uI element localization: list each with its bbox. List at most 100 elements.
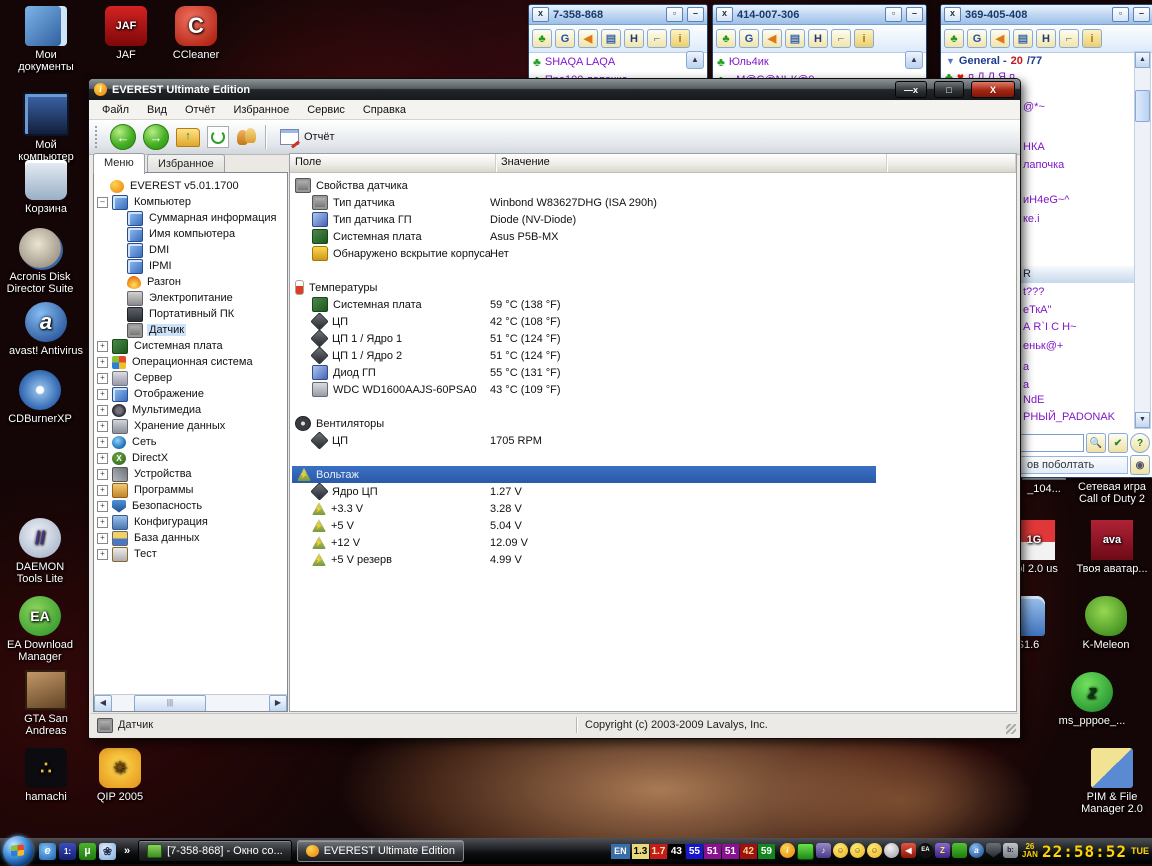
contact-row[interactable]: ♣SHAQA LAQA <box>529 53 707 71</box>
qip-window-2-titlebar[interactable]: x 414-007-306 ▫ – <box>713 5 926 25</box>
maximize-icon[interactable]: ▫ <box>1112 7 1129 22</box>
expand-icon[interactable]: + <box>97 453 108 464</box>
g-toolbar-icon[interactable]: G <box>967 29 987 48</box>
sensor-row[interactable]: Температуры <box>290 279 1016 296</box>
users-button[interactable] <box>236 127 258 147</box>
contact-name-fragment[interactable]: иН4eG~^ <box>1023 194 1069 206</box>
desktop-icon-pppoe[interactable]: zms_pppoe_... <box>1054 672 1130 727</box>
expand-icon[interactable]: + <box>97 357 108 368</box>
close-icon[interactable]: x <box>532 7 549 22</box>
desktop-icon-recycle-bin[interactable]: Корзина <box>8 160 84 215</box>
head-tray-icon[interactable]: ♪ <box>816 843 831 858</box>
wrench-toolbar-icon[interactable]: ⌐ <box>1059 29 1079 48</box>
sensor-row[interactable]: ⚡Вольтаж <box>292 466 876 483</box>
expand-icon[interactable]: + <box>97 373 108 384</box>
desktop-icon-kmeleon[interactable]: K-Meleon <box>1068 596 1144 651</box>
tree-item[interactable]: +Безопасность <box>94 498 287 514</box>
maximize-icon[interactable]: ▫ <box>885 7 902 22</box>
tree-item[interactable]: Датчик <box>94 322 287 338</box>
contact-name-fragment[interactable]: R <box>1023 268 1031 280</box>
scroll-left-icon[interactable]: ◀ <box>94 695 112 712</box>
desktop-icon-my-documents[interactable]: Мои документы <box>8 6 84 73</box>
contact-name-fragment[interactable]: еньк@+ <box>1023 340 1063 352</box>
contact-row[interactable]: ♣Юль4ик <box>713 53 926 71</box>
everest-tray-icon[interactable]: i <box>780 843 795 858</box>
g-toolbar-icon[interactable]: G <box>739 29 759 48</box>
tree-item[interactable]: +Отображение <box>94 386 287 402</box>
sensor-row[interactable]: ⚡+12 V12.09 V <box>290 534 1016 551</box>
taskbar-button[interactable]: EVEREST Ultimate Edition <box>297 840 464 862</box>
ut-quicklaunch-icon[interactable]: µ <box>79 843 96 860</box>
wrench-toolbar-icon[interactable]: ⌐ <box>647 29 667 48</box>
tree-item[interactable]: +База данных <box>94 530 287 546</box>
report-button[interactable]: Отчёт <box>273 125 341 149</box>
scroll-up-icon[interactable]: ▲ <box>1135 52 1150 68</box>
desktop-icon-avast[interactable]: aavast! Antivirus <box>8 302 84 357</box>
sensor-row[interactable]: Вентиляторы <box>290 415 1016 432</box>
g-toolbar-icon[interactable]: G <box>555 29 575 48</box>
tree-item[interactable]: Имя компьютера <box>94 226 287 242</box>
net-tray-icon[interactable] <box>797 843 814 860</box>
sensor-row[interactable]: ⚡+5 V5.04 V <box>290 517 1016 534</box>
contact-name-fragment[interactable]: РНЫЙ_PADONAK <box>1023 411 1115 423</box>
contact-name-fragment[interactable]: А R`I C H~ <box>1023 321 1076 333</box>
contact-name-fragment[interactable]: а <box>1023 379 1029 391</box>
contact-name-fragment[interactable]: НКА <box>1023 141 1045 153</box>
sensor-row[interactable]: Тип датчика ГПDiode (NV-Diode) <box>290 211 1016 228</box>
forward-button[interactable]: → <box>143 124 169 150</box>
expand-icon[interactable]: + <box>97 405 108 416</box>
tree-item[interactable]: +Хранение данных <box>94 418 287 434</box>
menu-item[interactable]: Файл <box>93 102 138 118</box>
scrollbar-thumb[interactable]: ||| <box>134 695 206 712</box>
menu-item[interactable]: Вид <box>138 102 176 118</box>
desktop-icon-my-computer[interactable]: Мой компьютер <box>8 92 84 163</box>
back-button[interactable]: ← <box>110 124 136 150</box>
contact-name-fragment[interactable]: @*~ <box>1023 101 1045 113</box>
sensor-row[interactable]: WDC WD1600AAJS-60PSA043 °C (109 °F) <box>290 381 1016 398</box>
sensor-row[interactable]: ЦП1705 RPM <box>290 432 1016 449</box>
shield-tray-icon[interactable] <box>986 843 1001 858</box>
start-button[interactable] <box>3 836 33 866</box>
tab-favorites[interactable]: Избранное <box>147 154 225 174</box>
scroll-up-icon[interactable]: ▲ <box>686 51 704 69</box>
ball-tray-icon[interactable] <box>884 843 899 858</box>
expand-icon[interactable]: + <box>97 469 108 480</box>
card-toolbar-icon[interactable]: ▤ <box>785 29 805 48</box>
column-field[interactable]: Поле <box>290 154 496 172</box>
smile-tray-icon[interactable]: ☺ <box>867 843 882 858</box>
refresh-button[interactable] <box>207 126 229 148</box>
close-icon[interactable]: x <box>716 7 733 22</box>
tree-item[interactable]: +Сеть <box>94 434 287 450</box>
contact-name-fragment[interactable]: NdE <box>1023 394 1044 406</box>
scrollbar-thumb[interactable] <box>1135 90 1150 122</box>
scroll-right-icon[interactable]: ▶ <box>269 695 287 712</box>
menu-item[interactable]: Отчёт <box>176 102 224 118</box>
green-tray-icon[interactable] <box>952 843 967 858</box>
language-indicator[interactable]: EN <box>611 844 630 859</box>
expand-icon[interactable]: + <box>97 485 108 496</box>
ea-tray-icon[interactable]: EA <box>918 843 933 858</box>
sensor-row[interactable]: Тип датчикаWinbond W83627DHG (ISA 290h) <box>290 194 1016 211</box>
maximize-button[interactable]: □ <box>934 81 964 98</box>
tree-item[interactable]: +Конфигурация <box>94 514 287 530</box>
minimize-icon[interactable]: – <box>1133 7 1150 22</box>
card-toolbar-icon[interactable]: ▤ <box>1013 29 1033 48</box>
contact-name-fragment[interactable]: лапочка <box>1023 159 1064 171</box>
clover-toolbar-icon[interactable]: ♣ <box>532 29 552 48</box>
tree-item[interactable]: +Устройства <box>94 466 287 482</box>
avast-tray-icon[interactable]: a <box>969 843 984 858</box>
sensor-row[interactable]: Свойства датчика <box>290 177 1016 194</box>
qip-quicklaunch-icon[interactable]: ❀ <box>99 843 116 860</box>
minimize-icon[interactable]: – <box>687 7 704 22</box>
ie-quicklaunch-icon[interactable]: e <box>39 843 56 860</box>
expand-icon[interactable]: + <box>97 421 108 432</box>
contact-group-header[interactable]: ▼ General - 20/77 <box>941 53 1152 68</box>
card-toolbar-icon[interactable]: ▤ <box>601 29 621 48</box>
expand-icon[interactable]: + <box>97 517 108 528</box>
everest-titlebar[interactable]: i EVEREST Ultimate Edition —x □ X <box>89 79 1020 100</box>
sensor-row[interactable]: ⚡+5 V резерв4.99 V <box>290 551 1016 568</box>
taskbar-button[interactable]: [7-358-868] - Окно со... <box>138 840 292 862</box>
tree-item[interactable]: +Тест <box>94 546 287 562</box>
expand-icon[interactable]: + <box>97 389 108 400</box>
desktop-icon-hamachi[interactable]: ∴hamachi <box>8 748 84 803</box>
